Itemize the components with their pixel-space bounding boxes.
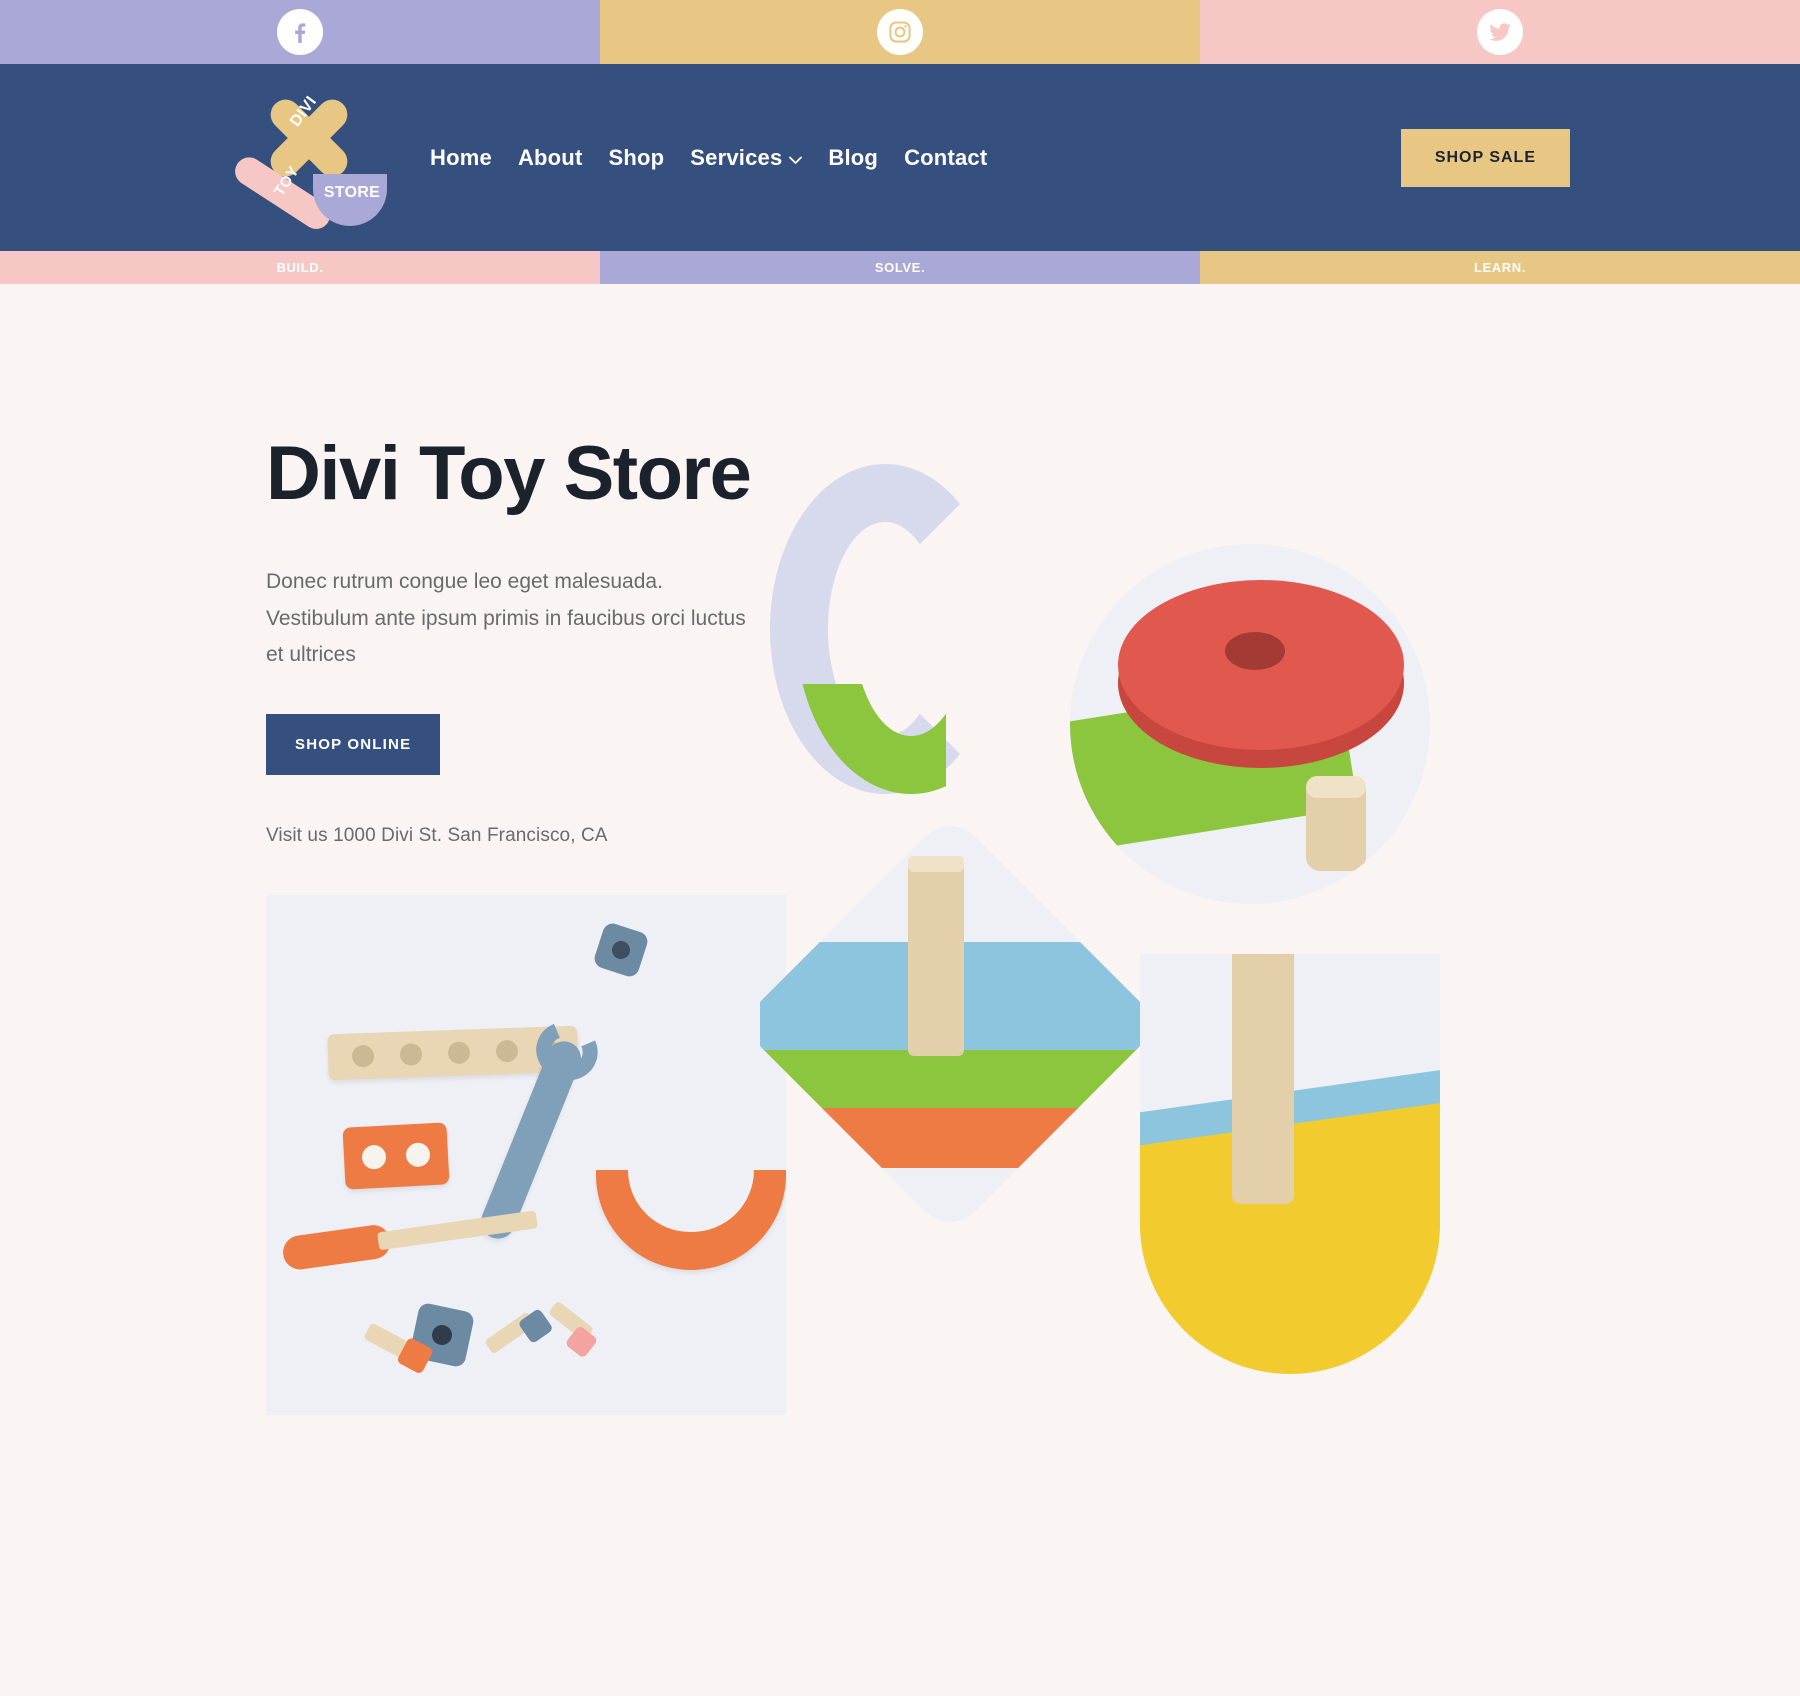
nav-item-about[interactable]: About	[518, 145, 583, 171]
nav-item-services[interactable]: Services	[690, 144, 803, 171]
strap-cell-solve: SOLVE.	[600, 251, 1200, 284]
toy-bolt-shape-3	[547, 1300, 599, 1359]
twitter-icon	[1477, 9, 1523, 55]
nav-label: Home	[430, 144, 492, 170]
nav-label: Contact	[904, 144, 988, 170]
toy-nut-shape	[592, 921, 650, 980]
collage-circle-photo	[1070, 544, 1430, 904]
shop-online-button[interactable]: SHOP ONLINE	[266, 714, 441, 776]
hero-image-collage	[737, 394, 1800, 1414]
toy-bolt-shape-2	[484, 1307, 554, 1355]
toy-orange-block-shape	[342, 1122, 450, 1190]
hero-paragraph: Donec rutrum congue leo eget malesuada. …	[266, 569, 746, 667]
social-link-instagram[interactable]	[600, 0, 1200, 64]
hero-content-column: Divi Toy Store Donec rutrum congue leo e…	[0, 431, 786, 1416]
nav-item-shop[interactable]: Shop	[608, 145, 664, 171]
nav-label: Shop	[608, 144, 665, 170]
strap-cell-build: BUILD.	[0, 251, 600, 284]
chevron-down-icon	[789, 145, 803, 171]
site-logo[interactable]: DIVI TOY STORE	[229, 90, 387, 235]
strap-cell-learn: LEARN.	[1200, 251, 1800, 284]
nav-item-contact[interactable]: Contact	[904, 145, 987, 171]
page-root: DIVI TOY STORE Home About Shop Services	[0, 0, 1800, 1696]
page-title: Divi Toy Store	[266, 431, 752, 516]
nav-label: About	[517, 144, 583, 170]
instagram-icon	[877, 9, 923, 55]
social-link-facebook[interactable]	[0, 0, 600, 64]
store-address: Visit us 1000 Divi St. San Francisco, CA	[266, 825, 608, 847]
nav-label: Services	[690, 144, 783, 170]
hero-section: Divi Toy Store Donec rutrum congue leo e…	[0, 284, 1800, 1416]
social-link-twitter[interactable]	[1200, 0, 1800, 64]
tagline-strap: BUILD. SOLVE. LEARN.	[0, 251, 1800, 284]
toy-screwdriver-shape	[280, 1202, 539, 1272]
social-bar	[0, 0, 1800, 64]
nav-item-home[interactable]: Home	[430, 145, 492, 171]
facebook-icon	[277, 9, 323, 55]
collage-yellow-photo	[1140, 954, 1440, 1374]
collage-diamond-photo	[737, 811, 1163, 1237]
nav-label: Blog	[828, 144, 879, 170]
logo-text-store: STORE	[323, 184, 381, 201]
collage-c-arc-green-shape	[796, 684, 946, 794]
nav-item-blog[interactable]: Blog	[828, 145, 878, 171]
primary-navigation: Home About Shop Services Blog Contact	[430, 145, 987, 171]
main-navbar: DIVI TOY STORE Home About Shop Services	[0, 64, 1800, 251]
toy-tools-photo	[266, 895, 786, 1416]
shop-sale-button[interactable]: SHOP SALE	[1400, 128, 1570, 187]
